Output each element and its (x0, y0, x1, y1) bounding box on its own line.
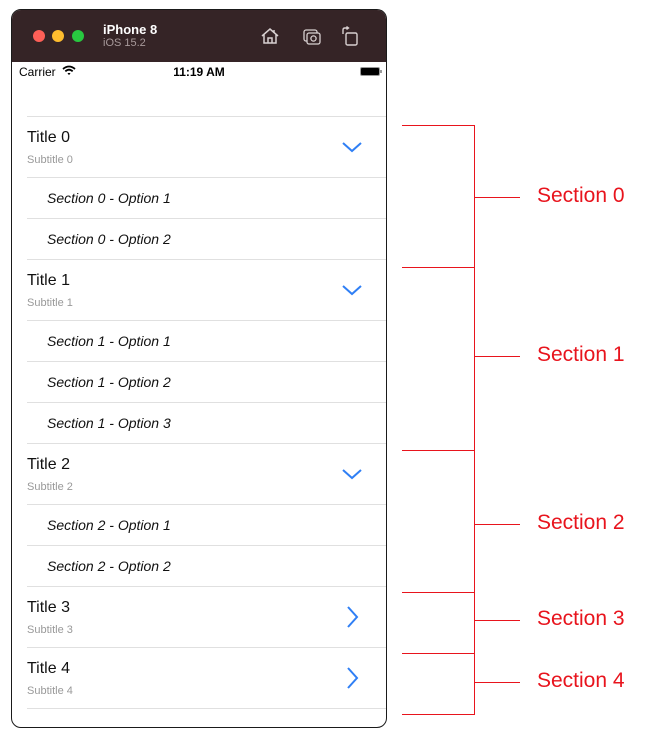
section-annotation-label: Section 2 (537, 511, 625, 534)
section-annotation-label: Section 0 (537, 184, 625, 207)
section-annotations (402, 125, 520, 715)
section-annotation-label: Section 4 (537, 669, 625, 692)
section-annotation-label: Section 3 (537, 607, 625, 630)
section-annotation-label: Section 1 (537, 343, 625, 366)
